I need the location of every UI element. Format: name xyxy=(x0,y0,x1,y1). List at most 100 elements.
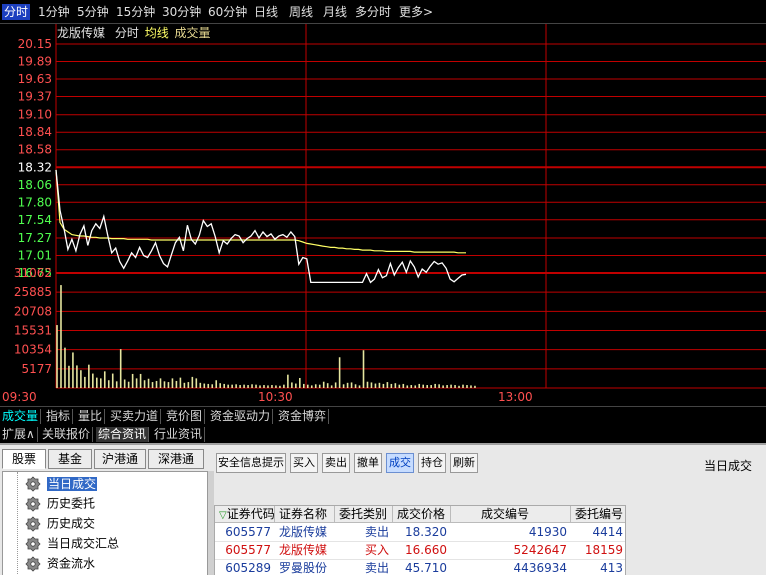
chart-header: 龙版传媒 分时 均线 成交量 xyxy=(57,26,211,40)
tree-item-fund-flow[interactable]: 资金流水 xyxy=(25,554,95,574)
sell-button[interactable]: 卖出 xyxy=(322,453,350,473)
period-tab-intraday[interactable]: 分时 xyxy=(2,4,31,20)
table-row[interactable]: 605577 龙版传媒 卖出 18.320 41930 4414 xyxy=(215,524,625,542)
security-info-button[interactable]: 安全信息提示 xyxy=(216,453,286,473)
cancel-order-button[interactable]: 撤单 xyxy=(354,453,382,473)
cell-trade-no: 4436934 xyxy=(513,561,567,575)
refresh-button[interactable]: 刷新 xyxy=(450,453,478,473)
period-tab-monthly[interactable]: 月线 xyxy=(321,4,349,20)
cell-price: 16.660 xyxy=(405,543,447,557)
price-tick-label: 17.01 xyxy=(18,248,52,262)
tab-fund-game[interactable]: 资金博弈 xyxy=(276,409,330,424)
tree-item-today-trades[interactable]: 当日成交 xyxy=(25,474,98,494)
panel-title: 当日成交 xyxy=(703,459,752,473)
time-tick-label: 10:30 xyxy=(258,390,293,404)
volume-tick-label: 31062 xyxy=(14,266,52,280)
volume-tick-label: 20708 xyxy=(14,304,52,318)
price-tick-label: 18.06 xyxy=(18,178,52,192)
market-tab-stock[interactable]: 股票 xyxy=(2,449,46,469)
cell-name: 龙版传媒 xyxy=(279,543,328,557)
period-tab-60min[interactable]: 60分钟 xyxy=(206,4,249,20)
tab-industry-news[interactable]: 行业资讯 xyxy=(152,427,206,442)
price-tick-label: 19.63 xyxy=(18,72,52,86)
period-tab-1min[interactable]: 1分钟 xyxy=(36,4,72,20)
market-tab-fund[interactable]: 基金 xyxy=(48,449,92,469)
volume-label: 成交量 xyxy=(174,26,211,40)
period-tab-daily[interactable]: 日线 xyxy=(252,4,280,20)
period-tab-5min[interactable]: 5分钟 xyxy=(75,4,111,20)
table-row[interactable]: 605577 龙版传媒 买入 16.660 5242647 18159 xyxy=(215,542,625,560)
stock-name: 龙版传媒 xyxy=(57,26,106,40)
period-tab-30min[interactable]: 30分钟 xyxy=(160,4,203,20)
price-tick-label: 19.89 xyxy=(18,55,52,69)
column-header-code[interactable]: ▽证券代码 xyxy=(215,506,275,523)
positions-button[interactable]: 持仓 xyxy=(418,453,446,473)
gear-icon xyxy=(25,555,41,572)
table-row[interactable]: 605289 罗曼股份 卖出 45.710 4436934 413 xyxy=(215,560,625,575)
chart-canvas: 20.15 19.89 19.63 19.37 19.10 18.84 18.58 18.32… xyxy=(2,24,766,404)
cell-code: 605577 xyxy=(225,525,271,539)
tab-buy-sell-power[interactable]: 买卖力道 xyxy=(108,409,162,424)
time-tick-label: 13:00 xyxy=(498,390,533,404)
intraday-chart[interactable]: 20.15 19.89 19.63 19.37 19.10 18.84 18.58 18.32… xyxy=(0,24,766,406)
price-tick-label: 20.15 xyxy=(18,37,52,51)
price-tick-label: 17.27 xyxy=(18,231,52,245)
period-tab-multi-intraday[interactable]: 多分时 xyxy=(353,4,393,20)
gear-icon xyxy=(25,515,41,532)
column-header-price[interactable]: 成交价格 xyxy=(393,506,451,523)
price-tick-label: 18.32 xyxy=(18,160,52,174)
volume-tick-label: 15531 xyxy=(14,324,52,338)
volume-tick-label: 25885 xyxy=(14,285,52,299)
tree-item-history-orders[interactable]: 历史委托 xyxy=(25,494,95,514)
period-tab-15min[interactable]: 15分钟 xyxy=(114,4,157,20)
price-tick-label: 18.58 xyxy=(18,143,52,157)
trades-table: ▽证券代码 证券名称 委托类别 成交价格 成交编号 委托编号 605577 龙版传… xyxy=(214,505,626,575)
tab-volume[interactable]: 成交量 xyxy=(0,409,42,424)
tab-auction-chart[interactable]: 竞价图 xyxy=(164,409,206,424)
tree-item-history-trades[interactable]: 历史成交 xyxy=(25,514,95,534)
tab-general-news[interactable]: 综合资讯 xyxy=(96,427,150,442)
avg-line-label: 均线 xyxy=(144,26,169,40)
tab-fund-driver[interactable]: 资金驱动力 xyxy=(208,409,274,424)
column-header-order-no[interactable]: 委托编号 xyxy=(571,506,625,523)
trade-panel: 股票 基金 沪港通 深港通 当日成交 历史委托 历史成交 当日成交汇总 资金流水 xyxy=(0,443,766,575)
market-tab-shanghai-hk[interactable]: 沪港通 xyxy=(94,449,146,469)
price-tick-label: 17.80 xyxy=(18,195,52,209)
cell-name: 罗曼股份 xyxy=(279,561,328,575)
chart-mode: 分时 xyxy=(114,26,139,40)
trades-button[interactable]: 成交 xyxy=(386,453,414,473)
column-header-name[interactable]: 证券名称 xyxy=(275,506,335,523)
cell-name: 龙版传媒 xyxy=(279,525,328,539)
period-tab-weekly[interactable]: 周线 xyxy=(287,4,315,20)
price-tick-label: 19.37 xyxy=(18,90,52,104)
cell-code: 605289 xyxy=(225,561,271,575)
gear-icon xyxy=(25,495,41,512)
tab-volume-ratio[interactable]: 量比 xyxy=(76,409,106,424)
cell-trade-no: 5242647 xyxy=(513,543,567,557)
cell-order-no: 4414 xyxy=(592,525,623,539)
tab-indicator[interactable]: 指标 xyxy=(44,409,74,424)
tab-related-quotes[interactable]: 关联报价 xyxy=(40,427,94,442)
cell-side: 卖出 xyxy=(364,561,389,575)
tab-expand[interactable]: 扩展∧ xyxy=(0,427,38,442)
cell-code: 605577 xyxy=(225,543,271,557)
cell-order-no: 18159 xyxy=(584,543,623,557)
cell-price: 45.710 xyxy=(405,561,447,575)
cell-side: 买入 xyxy=(364,543,389,557)
indicator-tabs: 成交量 指标 量比 买卖力道 竞价图 资金驱动力 资金博弈 xyxy=(0,406,766,426)
column-header-trade-no[interactable]: 成交编号 xyxy=(451,506,571,523)
market-tab-shenzhen-hk[interactable]: 深港通 xyxy=(148,449,204,469)
buy-button[interactable]: 买入 xyxy=(290,453,318,473)
period-tab-more[interactable]: 更多> xyxy=(397,4,435,20)
average-price-line xyxy=(55,169,466,254)
function-tree: 当日成交 历史委托 历史成交 当日成交汇总 资金流水 xyxy=(2,471,208,575)
period-bar: 分时 1分钟 5分钟 15分钟 30分钟 60分钟 日线 周线 月线 多分时 更… xyxy=(0,0,766,24)
volume-tick-label: 5177 xyxy=(21,362,52,376)
price-tick-label: 17.54 xyxy=(18,213,52,227)
cell-trade-no: 41930 xyxy=(528,525,567,539)
tree-item-today-trade-summary[interactable]: 当日成交汇总 xyxy=(25,534,119,554)
column-header-side[interactable]: 委托类别 xyxy=(335,506,393,523)
sort-desc-icon: ▽ xyxy=(219,510,227,521)
volume-tick-label: 10354 xyxy=(14,343,52,357)
gear-icon xyxy=(25,535,41,552)
